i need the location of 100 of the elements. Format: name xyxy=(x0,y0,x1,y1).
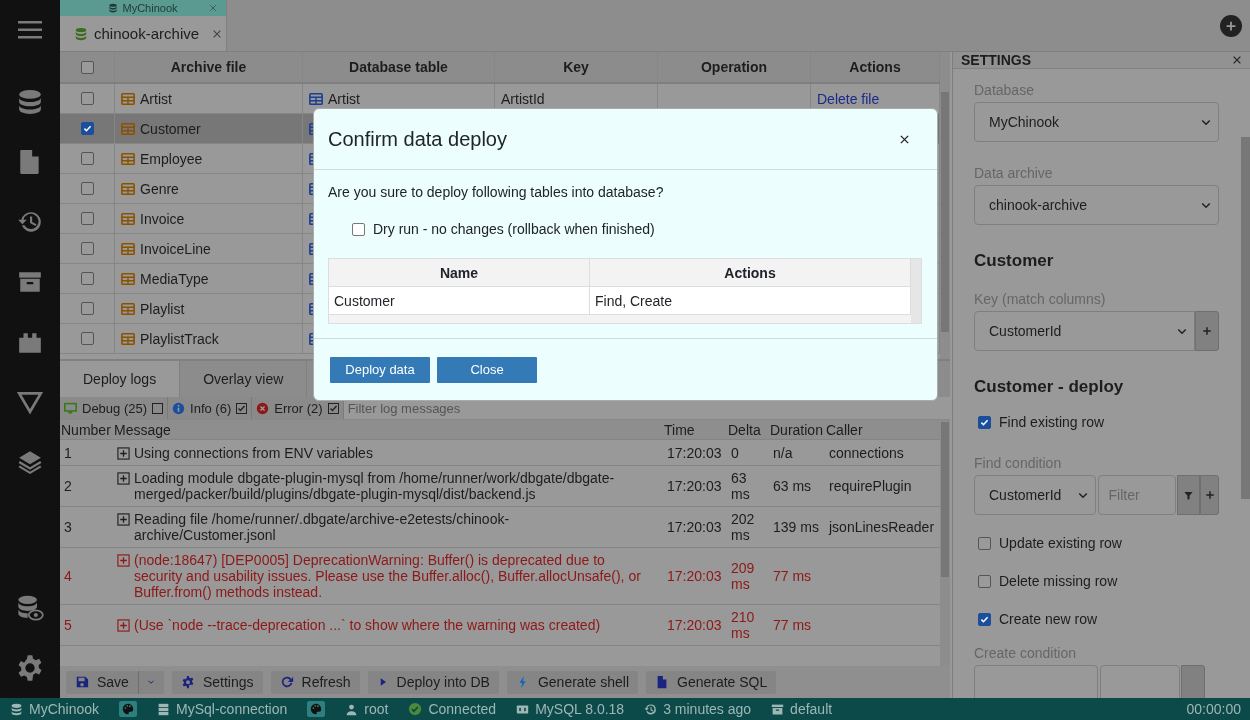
scrollbar[interactable] xyxy=(940,52,950,359)
table-cell-text: 209 ms xyxy=(730,560,756,592)
checkbox[interactable] xyxy=(152,402,164,414)
table-cell: InvoiceLine xyxy=(140,240,211,257)
select-field[interactable]: chinook-archive xyxy=(974,185,1219,225)
checkbox[interactable] xyxy=(978,415,991,429)
checkbox[interactable] xyxy=(80,242,94,255)
checkbox[interactable] xyxy=(80,272,94,285)
database-icon xyxy=(17,89,43,115)
palette-icon[interactable] xyxy=(307,701,326,717)
log-message: Loading module dbgate-plugin-mysql from /home/runner/work/dbgate/dbgate-merged/packer/build/plugins/dbgate-plugin-mysql/dist/backend.js xyxy=(134,470,616,502)
checkbox[interactable] xyxy=(80,122,94,135)
table-cell: ArtistId xyxy=(501,90,545,107)
table-cell-text: 17:20:03 xyxy=(666,568,723,584)
checkbox[interactable] xyxy=(978,536,991,550)
select-field[interactable]: CustomerId xyxy=(974,475,1096,515)
table-cell-text: 210 ms xyxy=(730,609,756,641)
checkbox[interactable] xyxy=(80,302,94,315)
palette-icon[interactable] xyxy=(119,701,138,717)
settings-icon xyxy=(180,675,195,689)
checkbox[interactable] xyxy=(978,574,991,588)
checkbox[interactable] xyxy=(80,182,94,195)
section-heading: Customer xyxy=(974,251,1055,271)
log-filter-button[interactable]: Error (2) xyxy=(252,397,344,419)
tab[interactable]: Deploy logs xyxy=(60,361,181,397)
table-cell: MediaType xyxy=(140,270,209,287)
dropdown-button[interactable] xyxy=(137,670,164,694)
error-icon xyxy=(256,401,270,415)
log-filter-button[interactable]: Debug (25) xyxy=(60,397,169,419)
dialog-title: Confirm data deploy xyxy=(328,127,507,151)
delete-file-link[interactable]: Delete file xyxy=(817,90,880,107)
table-cell: Artist xyxy=(328,90,360,107)
table-icon xyxy=(121,151,135,166)
toolbar-button[interactable]: Refresh xyxy=(270,670,360,694)
checkbox[interactable] xyxy=(80,332,94,345)
filter-icon xyxy=(1183,489,1195,501)
checkbox[interactable] xyxy=(80,92,94,105)
checkbox-label: Update existing row xyxy=(999,535,1122,551)
table-cell-text: 63 ms xyxy=(730,470,751,502)
column-header: Name xyxy=(329,259,590,286)
select-field[interactable]: MyChinook xyxy=(974,102,1219,142)
select-field[interactable] xyxy=(974,665,1098,698)
toolbar-button[interactable]: Save xyxy=(66,670,138,694)
history-icon xyxy=(17,209,43,235)
plus-icon xyxy=(1203,489,1216,501)
select-field[interactable]: CustomerId xyxy=(974,311,1195,351)
connection-tab-group[interactable]: MyChinook xyxy=(60,0,226,16)
dialog-message: Are you sure to deploy following tables into database? xyxy=(328,184,665,200)
toolbar-button[interactable]: Settings xyxy=(171,670,263,694)
server-icon xyxy=(516,702,530,716)
filter-button[interactable] xyxy=(1176,475,1201,515)
checkbox[interactable] xyxy=(80,212,94,225)
checkbox[interactable] xyxy=(352,222,365,236)
checkbox-label: Delete missing row xyxy=(999,573,1118,589)
add-button[interactable] xyxy=(1220,15,1242,37)
checkbox[interactable] xyxy=(80,60,94,74)
log-filter-button[interactable]: Info (6) xyxy=(168,397,253,419)
column-header: Operation xyxy=(658,52,811,82)
tab[interactable]: chinook-archive xyxy=(60,16,226,51)
checkbox[interactable] xyxy=(80,152,94,165)
scrollbar[interactable] xyxy=(911,259,921,323)
status-item: root xyxy=(335,701,399,717)
column-header: Key xyxy=(495,52,658,82)
table-cell-text: 63 ms xyxy=(772,478,813,494)
log-message: (Use `node --trace-deprecation ...` to show where the warning was created) xyxy=(134,617,601,633)
add-button[interactable] xyxy=(1200,475,1219,515)
checkbox[interactable] xyxy=(978,612,991,626)
scrollbar[interactable] xyxy=(1241,137,1250,499)
table-icon xyxy=(121,241,135,256)
settings-icon xyxy=(16,654,44,682)
close-icon xyxy=(1231,54,1243,66)
table-cell-text: 0 xyxy=(730,444,740,461)
checkbox-label: Dry run - no changes (rollback when finished) xyxy=(373,221,655,237)
toolbar-button[interactable]: Deploy into DB xyxy=(367,670,499,694)
expand-icon xyxy=(117,619,130,632)
toolbar-button[interactable]: Generate shell xyxy=(506,670,638,694)
add-button[interactable] xyxy=(1195,311,1219,351)
checkbox[interactable] xyxy=(236,402,248,414)
dialog-button[interactable]: Close xyxy=(437,356,537,383)
table-cell-text: 17:20:03 xyxy=(666,617,723,633)
database-view-icon xyxy=(16,594,44,622)
checkbox[interactable] xyxy=(327,402,339,414)
table-icon xyxy=(121,331,135,346)
table-cell-text: 202 ms xyxy=(730,511,756,543)
table-cell: Employee xyxy=(140,150,203,167)
checkbox-label: Find existing row xyxy=(999,414,1105,430)
table-cell: PlaylistTrack xyxy=(140,330,219,347)
status-item: Connected xyxy=(398,701,507,717)
layers-icon xyxy=(17,449,43,475)
status-item: MyChinook xyxy=(0,701,110,717)
table-cell-text: 5 xyxy=(63,617,73,633)
panel-title: SETTINGS xyxy=(961,52,1031,68)
table-icon xyxy=(121,271,135,286)
toolbar-button[interactable]: Generate SQL xyxy=(646,670,777,694)
table-cell: jsonLinesReader xyxy=(829,519,935,535)
expand-icon xyxy=(117,554,130,567)
scrollbar[interactable] xyxy=(940,420,950,666)
server-icon xyxy=(157,702,171,716)
connected-icon xyxy=(408,702,423,716)
dialog-button[interactable]: Deploy data xyxy=(330,356,430,383)
